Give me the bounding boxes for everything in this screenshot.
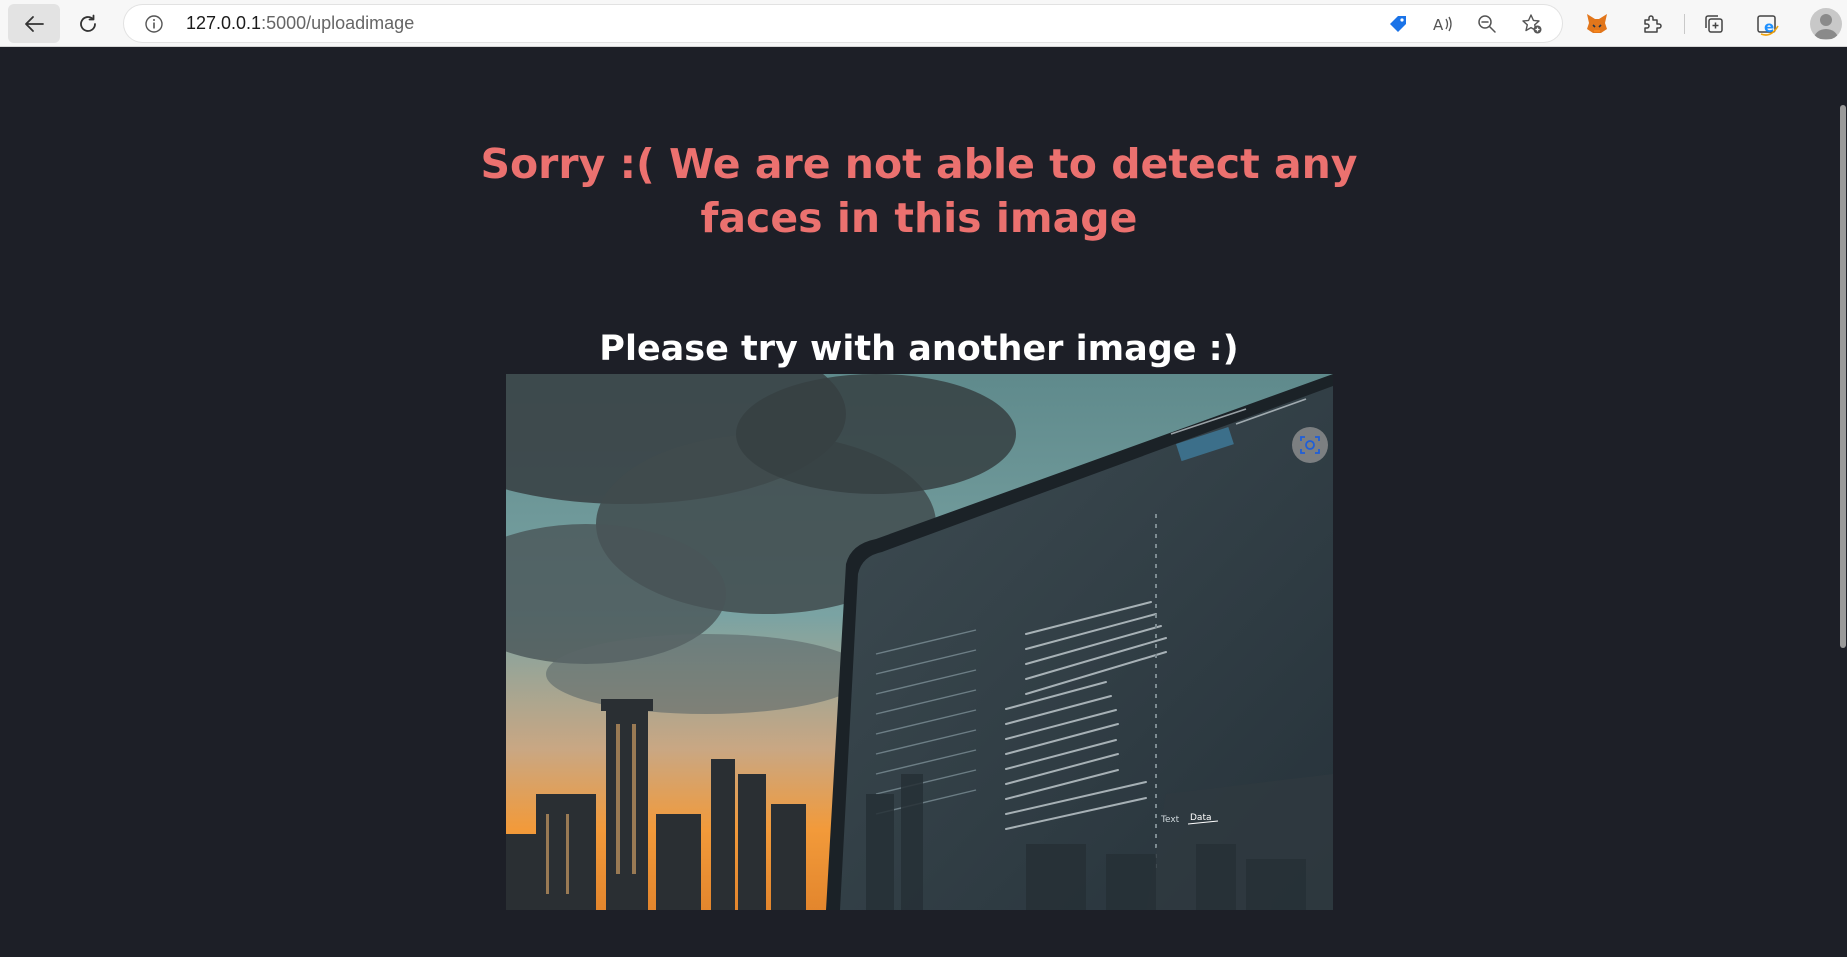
info-icon[interactable] bbox=[144, 14, 164, 38]
visual-search-icon bbox=[1300, 436, 1320, 454]
url-host: 127.0.0.1 bbox=[186, 13, 262, 33]
zoom-out-icon[interactable] bbox=[1476, 13, 1498, 35]
address-bar[interactable]: 127.0.0.1:5000/uploadimage A bbox=[124, 5, 1562, 42]
svg-text:A: A bbox=[1433, 16, 1444, 34]
scrollbar-thumb[interactable] bbox=[1840, 105, 1846, 648]
reload-icon bbox=[80, 14, 96, 32]
url-path: :5000/uploadimage bbox=[261, 13, 415, 33]
url-text[interactable]: 127.0.0.1:5000/uploadimage bbox=[186, 5, 414, 42]
error-heading: Sorry :( We are not able to detect any f… bbox=[480, 140, 1358, 242]
extensions-puzzle-icon[interactable] bbox=[1638, 10, 1666, 38]
metamask-fox-icon[interactable] bbox=[1583, 10, 1611, 38]
add-favorite-icon[interactable] bbox=[1521, 13, 1543, 35]
collections-icon[interactable] bbox=[1700, 10, 1728, 38]
internet-explorer-mode-icon[interactable]: e bbox=[1754, 10, 1782, 38]
retry-message: Please try with another image :) bbox=[599, 329, 1239, 369]
reload-button[interactable] bbox=[62, 4, 114, 43]
back-arrow-icon bbox=[25, 15, 44, 32]
read-aloud-icon[interactable]: A bbox=[1432, 13, 1454, 35]
photo-tab-text: Text bbox=[1160, 815, 1180, 825]
toolbar-separator bbox=[1684, 14, 1685, 34]
price-tag-icon[interactable] bbox=[1387, 13, 1409, 35]
profile-avatar-icon[interactable] bbox=[1810, 8, 1842, 40]
back-button[interactable] bbox=[8, 4, 60, 43]
page-scrollbar[interactable] bbox=[1838, 47, 1847, 957]
visual-search-button[interactable] bbox=[1292, 427, 1328, 463]
browser-toolbar: 127.0.0.1:5000/uploadimage A e bbox=[0, 0, 1847, 47]
uploaded-image: Text Data bbox=[506, 374, 1333, 910]
uploaded-photo-illustration: Text Data bbox=[506, 374, 1333, 910]
